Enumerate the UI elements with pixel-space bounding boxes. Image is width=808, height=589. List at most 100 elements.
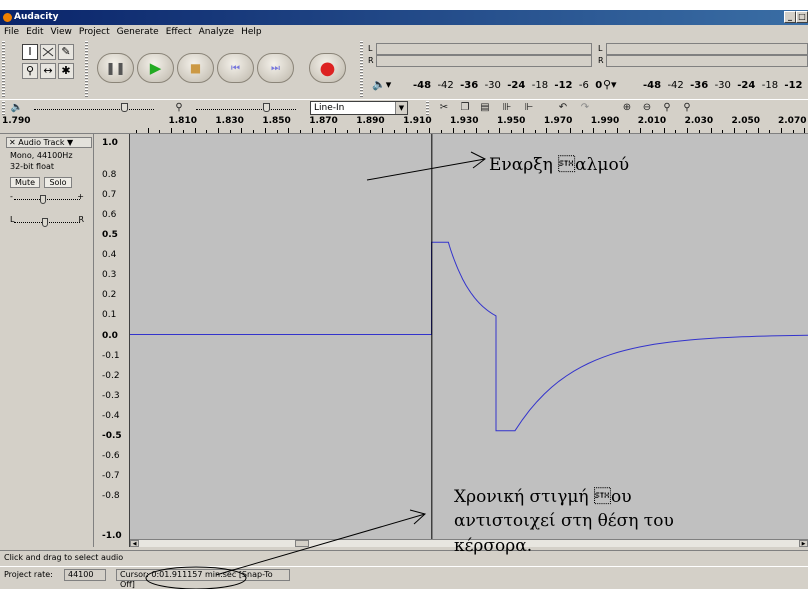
- undo-icon[interactable]: ↶: [556, 101, 570, 115]
- pause-button[interactable]: ❚❚: [97, 53, 134, 83]
- ruler-tick: [581, 130, 583, 133]
- solo-button[interactable]: Solo: [44, 177, 72, 188]
- output-volume-track[interactable]: [34, 109, 154, 110]
- selection-tool-button[interactable]: I: [22, 44, 38, 60]
- playback-meter-scale: -48 -42 -36 -30 -24 -18 -12 -6 0: [413, 80, 602, 91]
- scroll-left-icon[interactable]: ◀: [130, 540, 139, 547]
- toolbar-grip[interactable]: [2, 41, 5, 97]
- menu-edit[interactable]: Edit: [26, 27, 43, 37]
- skip-to-start-button[interactable]: ⏮: [217, 53, 254, 83]
- chevron-down-icon[interactable]: ▼: [395, 102, 407, 114]
- ruler-tick: [546, 128, 548, 133]
- menu-project[interactable]: Project: [79, 27, 110, 37]
- skip-to-end-button[interactable]: ⏭: [257, 53, 294, 83]
- ruler-tick: [417, 130, 419, 133]
- scale-label: -18: [531, 80, 549, 91]
- playback-meter-right[interactable]: [376, 55, 592, 67]
- menu-effect[interactable]: Effect: [166, 27, 192, 37]
- playback-meter-left[interactable]: [376, 43, 592, 55]
- playback-left-label: L: [368, 44, 373, 53]
- pause-icon: ❚❚: [105, 61, 126, 75]
- scale-label: -6: [578, 80, 589, 91]
- maximize-button[interactable]: □: [796, 11, 808, 23]
- play-button[interactable]: ▶: [137, 53, 174, 83]
- output-volume-icon: 🔈: [10, 102, 24, 113]
- trim-icon[interactable]: ⊪: [500, 101, 514, 115]
- input-source-select[interactable]: Line-In ▼: [310, 101, 408, 115]
- speaker-icon[interactable]: 🔈▾: [372, 78, 391, 91]
- multi-tool-button[interactable]: ✱: [58, 63, 74, 79]
- ruler-tick: [616, 128, 618, 133]
- vscale-tick: -0.2: [102, 370, 120, 381]
- scroll-right-icon[interactable]: ▶: [799, 540, 808, 547]
- mixer-grip[interactable]: [2, 101, 5, 116]
- draw-tool-button[interactable]: ✎: [58, 44, 74, 60]
- ruler-tick: [499, 128, 501, 133]
- pan-thumb[interactable]: [42, 218, 48, 227]
- envelope-tool-button[interactable]: [40, 44, 56, 60]
- edit-grip[interactable]: [426, 101, 429, 116]
- ruler-tick: [534, 130, 536, 133]
- menu-view[interactable]: View: [51, 27, 72, 37]
- scroll-thumb[interactable]: [295, 540, 309, 547]
- menu-generate[interactable]: Generate: [117, 27, 159, 37]
- gain-slider[interactable]: - +: [10, 192, 84, 206]
- ruler-label: 2.030: [684, 116, 714, 126]
- menu-help[interactable]: Help: [241, 27, 262, 37]
- record-meter-right[interactable]: [606, 55, 808, 67]
- track-menu-icon: ▼: [67, 138, 74, 147]
- record-meter-left[interactable]: [606, 43, 808, 55]
- vscale-tick: 0.2: [102, 290, 117, 301]
- cursor-annotation-line1: Χρονική στιγμή ου: [454, 487, 632, 507]
- record-icon: ●: [319, 57, 336, 79]
- vscale-tick: -0.7: [102, 470, 120, 481]
- copy-icon[interactable]: ❐: [458, 101, 472, 115]
- track-name-button[interactable]: ✕ Audio Track ▼: [6, 137, 92, 148]
- scale-label: -42: [437, 80, 454, 91]
- stop-button[interactable]: ■: [177, 53, 214, 83]
- ruler-tick: [593, 128, 595, 133]
- magnifier-icon: ⚲: [25, 64, 35, 77]
- output-volume-slider[interactable]: [121, 103, 128, 112]
- meter-grip[interactable]: [360, 41, 363, 97]
- input-volume-slider[interactable]: [263, 103, 270, 112]
- microphone-icon[interactable]: ⚲▾: [603, 78, 617, 91]
- waveform-line: [130, 241, 808, 432]
- ruler-tick: [147, 128, 149, 133]
- ruler-tick: [358, 128, 360, 133]
- ruler-tick: [347, 130, 348, 133]
- transport-grip[interactable]: [85, 41, 88, 97]
- title-bar: Audacity _ □: [0, 10, 808, 25]
- zoom-in-icon[interactable]: ⊕: [620, 101, 634, 115]
- fit-selection-icon[interactable]: ⚲: [660, 101, 674, 115]
- i-beam-icon: I: [28, 45, 32, 58]
- minimize-button[interactable]: _: [784, 11, 796, 23]
- zoom-out-icon[interactable]: ⊖: [640, 101, 654, 115]
- ruler-tick: [651, 130, 653, 133]
- ruler-tick: [194, 128, 196, 133]
- redo-icon[interactable]: ↷: [578, 101, 592, 115]
- vscale-tick: 0.4: [102, 250, 117, 261]
- ruler-tick: [335, 128, 337, 133]
- input-volume-track[interactable]: [196, 109, 296, 110]
- zoom-tool-button[interactable]: ⚲: [22, 63, 38, 79]
- track-close-icon[interactable]: ✕: [9, 138, 16, 147]
- menu-file[interactable]: File: [4, 27, 19, 37]
- fit-project-icon[interactable]: ⚲: [680, 101, 694, 115]
- timeshift-tool-button[interactable]: ↔: [40, 63, 56, 79]
- waveform-area[interactable]: [130, 134, 808, 539]
- input-source-value: Line-In: [314, 103, 345, 113]
- pan-slider[interactable]: L R: [10, 215, 84, 229]
- paste-icon[interactable]: ▤: [478, 101, 492, 115]
- mute-button[interactable]: Mute: [10, 177, 40, 188]
- project-rate-field[interactable]: 44100: [64, 569, 106, 581]
- gain-thumb[interactable]: [40, 195, 46, 204]
- menu-analyze[interactable]: Analyze: [199, 27, 234, 37]
- record-button[interactable]: ●: [309, 53, 346, 83]
- cut-icon[interactable]: ✂: [437, 101, 451, 115]
- timeline-ruler[interactable]: 1.790 1.810 1.830 1.850 1.870 1.890 1.910 1.930…: [0, 116, 808, 134]
- silence-icon[interactable]: ⊩: [522, 101, 536, 115]
- ruler-tick: [288, 128, 290, 133]
- ruler-tick: [171, 128, 173, 133]
- vscale-tick: -0.3: [102, 390, 120, 401]
